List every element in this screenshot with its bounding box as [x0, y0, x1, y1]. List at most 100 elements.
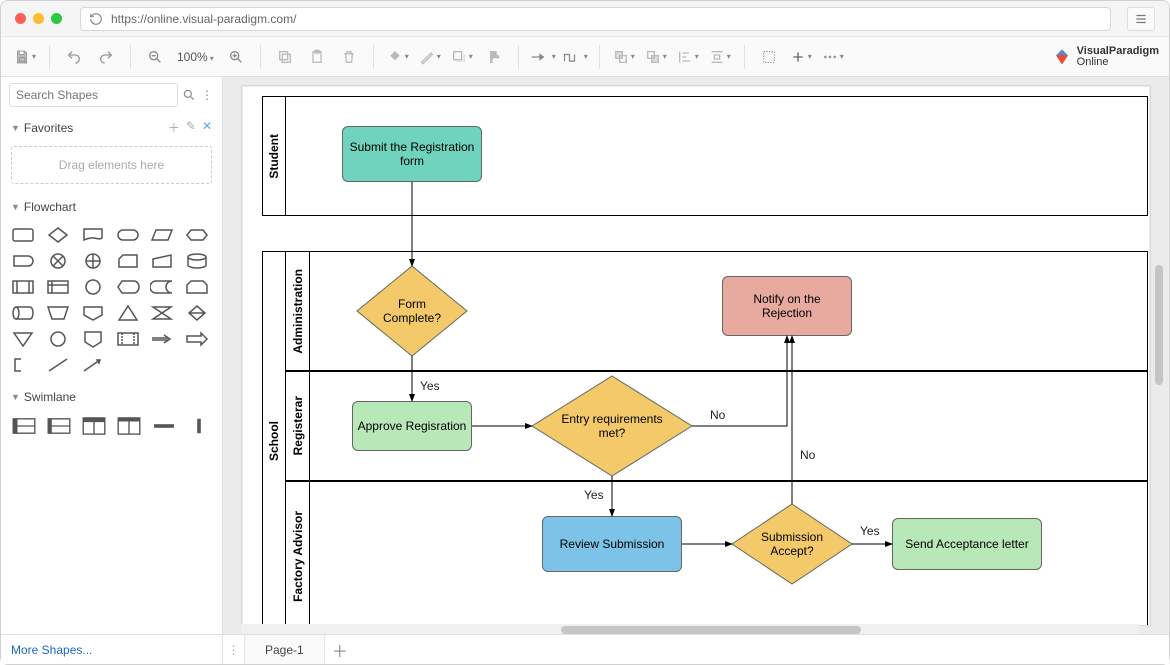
close-favorite-icon[interactable]: ✕ [202, 119, 212, 136]
shape-delay[interactable] [11, 252, 35, 270]
redo-button[interactable] [92, 43, 120, 71]
shape-hpool[interactable] [11, 416, 36, 436]
tab-page-1[interactable]: Page-1 [245, 635, 325, 664]
shape-database[interactable] [185, 252, 209, 270]
shape-preparation[interactable] [185, 226, 209, 244]
add-shape-button[interactable] [787, 43, 815, 71]
shape-sort[interactable] [185, 304, 209, 322]
edit-favorite-icon[interactable]: ✎ [186, 119, 196, 136]
reload-icon[interactable] [89, 12, 103, 26]
canvas-area[interactable]: Student School Administration Registerar… [223, 77, 1169, 634]
shape-vpool[interactable] [81, 416, 106, 436]
shape-display[interactable] [116, 278, 140, 296]
vertical-scrollbar[interactable] [1153, 85, 1165, 626]
shape-decision[interactable] [46, 226, 70, 244]
horizontal-scrollbar[interactable] [241, 624, 1139, 634]
node-submit-registration[interactable]: Submit the Registration form [342, 126, 482, 182]
favorites-drop-area[interactable]: Drag elements here [11, 146, 212, 184]
edge-label-yes2: Yes [584, 488, 604, 502]
lane-registerar-label[interactable]: Registerar [286, 371, 310, 481]
minimize-window-icon[interactable] [33, 13, 44, 24]
select-mode-button[interactable] [755, 43, 783, 71]
shape-direct-data[interactable] [11, 304, 35, 322]
brand-logo-area[interactable]: VisualParadigmOnline [1053, 46, 1159, 68]
shape-hlane[interactable] [46, 416, 71, 436]
shape-connector[interactable] [81, 278, 105, 296]
node-entry-requirements[interactable]: Entry requirements met? [532, 376, 692, 476]
undo-button[interactable] [60, 43, 88, 71]
pool-student-label[interactable]: Student [262, 96, 286, 216]
delete-button[interactable] [335, 43, 363, 71]
line-color-button[interactable] [416, 43, 444, 71]
lane-admin-label[interactable]: Administration [286, 251, 310, 371]
favorites-section-header[interactable]: ▼ Favorites ＋ ✎ ✕ [1, 113, 222, 142]
shape-arrow[interactable] [185, 330, 209, 348]
shape-predefined[interactable] [11, 278, 35, 296]
shape-offpage[interactable] [81, 304, 105, 322]
fill-color-button[interactable] [384, 43, 412, 71]
shape-manual-op[interactable] [46, 304, 70, 322]
shape-data[interactable] [150, 226, 174, 244]
shape-annotation[interactable] [11, 356, 35, 374]
close-window-icon[interactable] [15, 13, 26, 24]
node-approve-registration[interactable]: Approve Regisration [352, 401, 472, 451]
shape-extract[interactable] [116, 304, 140, 322]
node-submission-accept[interactable]: Submission Accept? [732, 504, 852, 584]
flowchart-section-header[interactable]: ▼ Flowchart [1, 194, 222, 220]
shape-offpage2[interactable] [81, 330, 105, 348]
node-send-acceptance[interactable]: Send Acceptance letter [892, 518, 1042, 570]
shape-summing[interactable] [46, 252, 70, 270]
distribute-button[interactable] [706, 43, 734, 71]
browser-menu-button[interactable] [1127, 7, 1155, 31]
more-tools-button[interactable] [819, 43, 847, 71]
zoom-in-button[interactable] [222, 43, 250, 71]
shape-terminator[interactable] [116, 226, 140, 244]
shape-internal-storage[interactable] [46, 278, 70, 296]
to-front-button[interactable] [610, 43, 638, 71]
pool-school-label[interactable]: School [262, 251, 286, 626]
node-notify-rejection[interactable]: Notify on the Rejection [722, 276, 852, 336]
connector-style-button[interactable] [561, 43, 589, 71]
node-form-complete[interactable]: Form Complete? [357, 266, 467, 356]
search-icon[interactable] [182, 88, 197, 102]
add-page-button[interactable]: ＋ [325, 635, 355, 664]
paste-button[interactable] [303, 43, 331, 71]
to-back-button[interactable] [642, 43, 670, 71]
shape-or[interactable] [81, 252, 105, 270]
shape-tape[interactable] [116, 330, 140, 348]
shape-merge[interactable] [11, 330, 35, 348]
shape-circle[interactable] [46, 330, 70, 348]
shape-vbar[interactable] [187, 416, 212, 436]
lane-advisor-label[interactable]: Factory Advisor [286, 481, 310, 626]
save-button[interactable] [11, 43, 39, 71]
maximize-window-icon[interactable] [51, 13, 62, 24]
shape-stored-data[interactable] [150, 278, 174, 296]
copy-button[interactable] [271, 43, 299, 71]
search-shapes-input[interactable] [9, 83, 178, 107]
shape-collate[interactable] [150, 304, 174, 322]
align-button[interactable] [674, 43, 702, 71]
format-painter-button[interactable] [480, 43, 508, 71]
shape-vlane[interactable] [117, 416, 142, 436]
shape-line[interactable] [46, 356, 70, 374]
shape-hbar[interactable] [152, 416, 177, 436]
shadow-button[interactable] [448, 43, 476, 71]
connector-end-button[interactable] [529, 43, 557, 71]
shape-card[interactable] [116, 252, 140, 270]
node-review-submission[interactable]: Review Submission [542, 516, 682, 572]
zoom-out-button[interactable] [141, 43, 169, 71]
add-favorite-icon[interactable]: ＋ [168, 119, 180, 136]
diagram-canvas[interactable]: Student School Administration Registerar… [241, 85, 1151, 626]
swimlane-section-header[interactable]: ▼ Swimlane [1, 384, 222, 410]
zoom-level[interactable]: 100% [173, 50, 218, 64]
more-shapes-link[interactable]: More Shapes... [1, 635, 223, 664]
shape-document[interactable] [81, 226, 105, 244]
tab-drag-handle[interactable]: ⋮ [223, 635, 245, 664]
sidebar-more-icon[interactable]: ⋮ [201, 88, 214, 102]
shape-arrow-line[interactable] [81, 356, 105, 374]
shape-process[interactable] [11, 226, 35, 244]
shape-manual-input[interactable] [150, 252, 174, 270]
shape-loop-limit[interactable] [185, 278, 209, 296]
url-bar[interactable]: https://online.visual-paradigm.com/ [80, 7, 1111, 31]
shape-transfer[interactable] [150, 330, 174, 348]
